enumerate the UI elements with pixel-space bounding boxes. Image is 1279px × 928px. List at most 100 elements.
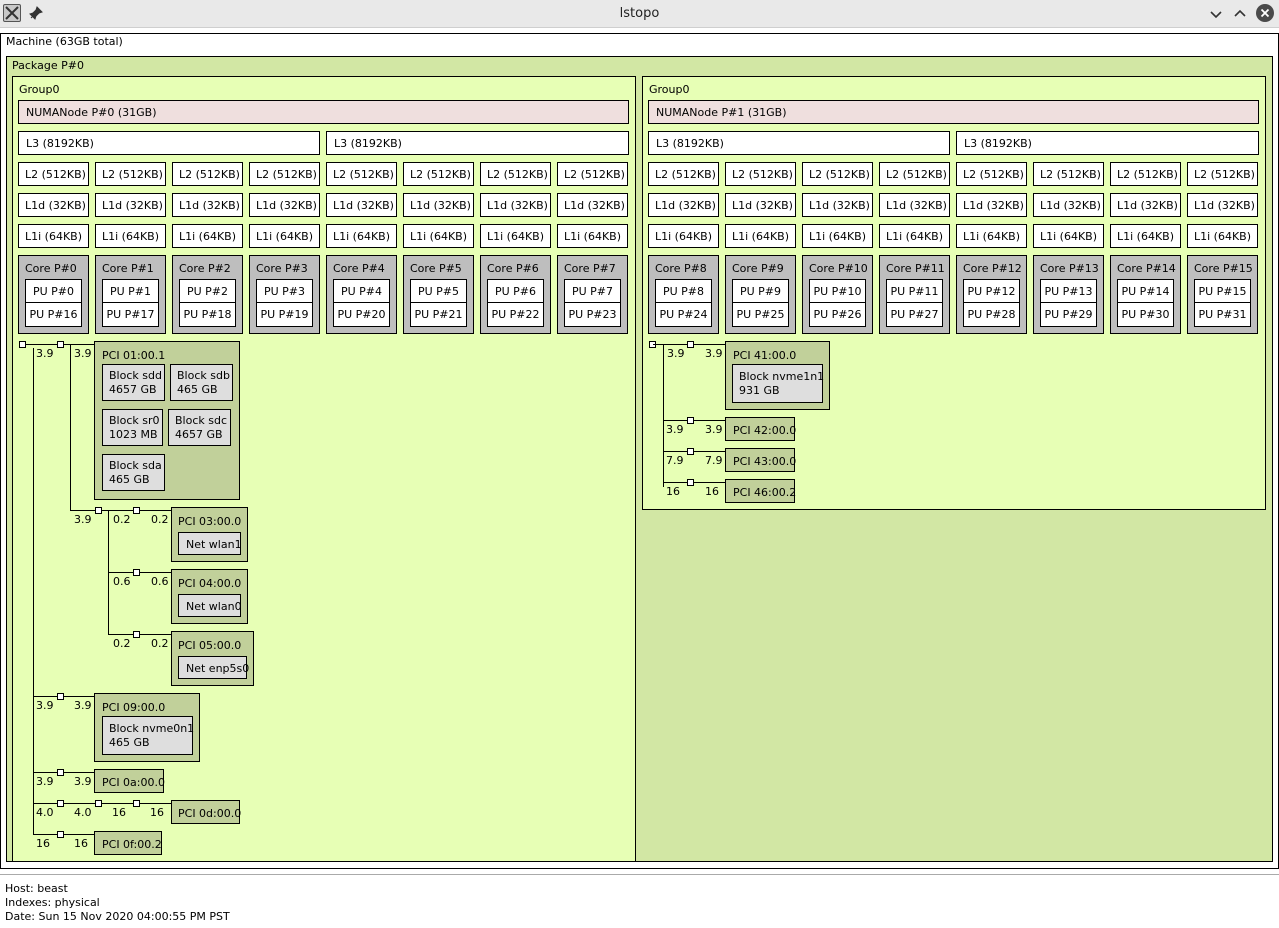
l2-cache[interactable]: L2 (512KB) — [326, 162, 397, 186]
processing-unit[interactable]: PU P#25 — [732, 302, 789, 327]
l1i-cache[interactable]: L1i (64KB) — [879, 224, 950, 248]
processing-unit[interactable]: PU P#10 — [809, 279, 866, 303]
block-device[interactable]: Block sda 465 GB — [102, 454, 165, 491]
processing-unit[interactable]: PU P#27 — [886, 302, 943, 327]
processing-unit[interactable]: PU P#30 — [1117, 302, 1174, 327]
processing-unit[interactable]: PU P#0 — [25, 279, 82, 303]
processing-unit[interactable]: PU P#31 — [1194, 302, 1251, 327]
l1d-cache[interactable]: L1d (32KB) — [956, 193, 1027, 217]
processing-unit[interactable]: PU P#6 — [487, 279, 544, 303]
l2-cache[interactable]: L2 (512KB) — [956, 162, 1027, 186]
l2-cache[interactable]: L2 (512KB) — [18, 162, 89, 186]
minimize-button[interactable] — [1208, 6, 1224, 22]
l1d-cache[interactable]: L1d (32KB) — [326, 193, 397, 217]
l1i-cache[interactable]: L1i (64KB) — [648, 224, 719, 248]
processing-unit[interactable]: PU P#26 — [809, 302, 866, 327]
cpu-core[interactable]: Core P#3 PU P#3 PU P#19 — [249, 255, 320, 334]
l1d-cache[interactable]: L1d (32KB) — [403, 193, 474, 217]
l1d-cache[interactable]: L1d (32KB) — [1033, 193, 1104, 217]
l2-cache[interactable]: L2 (512KB) — [403, 162, 474, 186]
l2-cache[interactable]: L2 (512KB) — [480, 162, 551, 186]
net-device[interactable]: Net wlan1 — [178, 532, 242, 555]
l1i-cache[interactable]: L1i (64KB) — [95, 224, 166, 248]
l1i-cache[interactable]: L1i (64KB) — [802, 224, 873, 248]
l3-cache[interactable]: L3 (8192KB) — [956, 131, 1259, 155]
processing-unit[interactable]: PU P#21 — [410, 302, 467, 327]
pci-device-04-00-0[interactable]: PCI 04:00.0 Net wlan0 — [171, 569, 248, 624]
pci-device-46-00-2[interactable]: PCI 46:00.2 — [725, 479, 796, 503]
processing-unit[interactable]: PU P#1 — [102, 279, 159, 303]
l3-cache[interactable]: L3 (8192KB) — [648, 131, 950, 155]
pci-device-0a-00-0[interactable]: PCI 0a:00.0 — [94, 769, 165, 793]
l1d-cache[interactable]: L1d (32KB) — [1110, 193, 1181, 217]
l2-cache[interactable]: L2 (512KB) — [557, 162, 628, 186]
cpu-core[interactable]: Core P#0 PU P#0 PU P#16 — [18, 255, 89, 334]
processing-unit[interactable]: PU P#16 — [25, 302, 82, 327]
pci-device-0f-00-2[interactable]: PCI 0f:00.2 — [94, 831, 162, 855]
processing-unit[interactable]: PU P#12 — [963, 279, 1020, 303]
l1i-cache[interactable]: L1i (64KB) — [18, 224, 89, 248]
l3-cache[interactable]: L3 (8192KB) — [18, 131, 320, 155]
pci-device-42-00-0[interactable]: PCI 42:00.0 — [725, 417, 796, 441]
processing-unit[interactable]: PU P#14 — [1117, 279, 1174, 303]
processing-unit[interactable]: PU P#9 — [732, 279, 789, 303]
cpu-core[interactable]: Core P#10 PU P#10 PU P#26 — [802, 255, 873, 334]
l1d-cache[interactable]: L1d (32KB) — [18, 193, 89, 217]
l1d-cache[interactable]: L1d (32KB) — [725, 193, 796, 217]
processing-unit[interactable]: PU P#8 — [655, 279, 712, 303]
l1d-cache[interactable]: L1d (32KB) — [802, 193, 873, 217]
cpu-core[interactable]: Core P#7 PU P#7 PU P#23 — [557, 255, 628, 334]
cpu-core[interactable]: Core P#9 PU P#9 PU P#25 — [725, 255, 796, 334]
processing-unit[interactable]: PU P#29 — [1040, 302, 1097, 327]
l2-cache[interactable]: L2 (512KB) — [95, 162, 166, 186]
maximize-button[interactable] — [1232, 6, 1248, 22]
cpu-core[interactable]: Core P#4 PU P#4 PU P#20 — [326, 255, 397, 334]
l1i-cache[interactable]: L1i (64KB) — [956, 224, 1027, 248]
l1d-cache[interactable]: L1d (32KB) — [172, 193, 243, 217]
l2-cache[interactable]: L2 (512KB) — [1110, 162, 1181, 186]
block-device[interactable]: Block sdd 4657 GB — [102, 364, 165, 401]
cpu-core[interactable]: Core P#12 PU P#12 PU P#28 — [956, 255, 1027, 334]
cpu-core[interactable]: Core P#8 PU P#8 PU P#24 — [648, 255, 719, 334]
block-device[interactable]: Block nvme0n1 465 GB — [102, 716, 194, 755]
cpu-core[interactable]: Core P#14 PU P#14 PU P#30 — [1110, 255, 1181, 334]
l1i-cache[interactable]: L1i (64KB) — [172, 224, 243, 248]
processing-unit[interactable]: PU P#19 — [256, 302, 313, 327]
block-device[interactable]: Block sdb 465 GB — [170, 364, 233, 401]
block-device[interactable]: Block sr0 1023 MB — [102, 409, 163, 446]
cpu-core[interactable]: Core P#1 PU P#1 PU P#17 — [95, 255, 166, 334]
l1i-cache[interactable]: L1i (64KB) — [249, 224, 320, 248]
l1d-cache[interactable]: L1d (32KB) — [648, 193, 719, 217]
l2-cache[interactable]: L2 (512KB) — [879, 162, 950, 186]
numa-node[interactable]: NUMANode P#1 (31GB) — [648, 100, 1259, 124]
cpu-core[interactable]: Core P#2 PU P#2 PU P#18 — [172, 255, 243, 334]
l1i-cache[interactable]: L1i (64KB) — [725, 224, 796, 248]
cpu-core[interactable]: Core P#6 PU P#6 PU P#22 — [480, 255, 551, 334]
l2-cache[interactable]: L2 (512KB) — [725, 162, 796, 186]
pci-device-0d-00-0[interactable]: PCI 0d:00.0 — [171, 800, 241, 824]
processing-unit[interactable]: PU P#7 — [564, 279, 621, 303]
pci-device-03-00-0[interactable]: PCI 03:00.0 Net wlan1 — [171, 507, 248, 562]
processing-unit[interactable]: PU P#20 — [333, 302, 390, 327]
processing-unit[interactable]: PU P#28 — [963, 302, 1020, 327]
l1i-cache[interactable]: L1i (64KB) — [403, 224, 474, 248]
processing-unit[interactable]: PU P#15 — [1194, 279, 1251, 303]
l3-cache[interactable]: L3 (8192KB) — [326, 131, 629, 155]
l1d-cache[interactable]: L1d (32KB) — [557, 193, 628, 217]
processing-unit[interactable]: PU P#24 — [655, 302, 712, 327]
l1i-cache[interactable]: L1i (64KB) — [1187, 224, 1258, 248]
processing-unit[interactable]: PU P#5 — [410, 279, 467, 303]
l1d-cache[interactable]: L1d (32KB) — [1187, 193, 1258, 217]
l1i-cache[interactable]: L1i (64KB) — [1033, 224, 1104, 248]
l1i-cache[interactable]: L1i (64KB) — [557, 224, 628, 248]
l2-cache[interactable]: L2 (512KB) — [249, 162, 320, 186]
l1d-cache[interactable]: L1d (32KB) — [480, 193, 551, 217]
net-device[interactable]: Net wlan0 — [178, 594, 242, 617]
l2-cache[interactable]: L2 (512KB) — [648, 162, 719, 186]
processing-unit[interactable]: PU P#18 — [179, 302, 236, 327]
l1d-cache[interactable]: L1d (32KB) — [95, 193, 166, 217]
cpu-core[interactable]: Core P#5 PU P#5 PU P#21 — [403, 255, 474, 334]
processing-unit[interactable]: PU P#11 — [886, 279, 943, 303]
cpu-core[interactable]: Core P#11 PU P#11 PU P#27 — [879, 255, 950, 334]
l1i-cache[interactable]: L1i (64KB) — [480, 224, 551, 248]
